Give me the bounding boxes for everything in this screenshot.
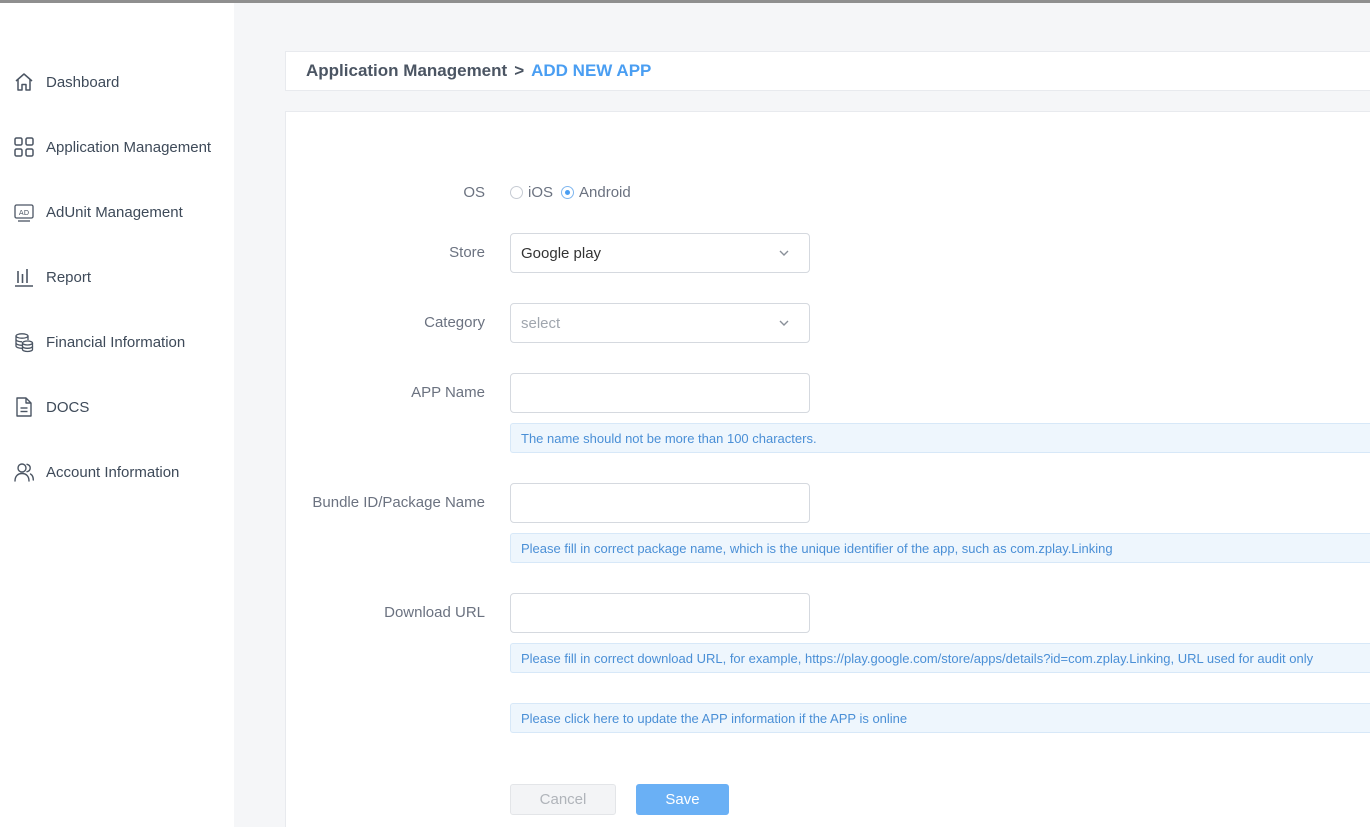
sidebar-item-account-information[interactable]: Account Information (12, 459, 227, 485)
app-name-input[interactable] (510, 373, 810, 413)
chevron-down-icon (779, 320, 789, 326)
sidebar-item-label: Account Information (46, 463, 180, 481)
radio-checked-icon (561, 186, 575, 199)
chevron-down-icon (779, 250, 789, 256)
breadcrumb-current: ADD NEW APP (531, 61, 652, 80)
breadcrumb-parent[interactable]: Application Management (306, 61, 507, 81)
save-button[interactable]: Save (636, 784, 729, 815)
add-app-form: OS iOS Android Store Google play Categor… (285, 111, 1370, 827)
sidebar: Dashboard Application Management AD AdUn… (0, 3, 234, 827)
sidebar-item-label: AdUnit Management (46, 203, 183, 221)
sidebar-item-financial-information[interactable]: Financial Information (12, 329, 227, 355)
sidebar-item-label: DOCS (46, 398, 90, 416)
sidebar-item-adunit-management[interactable]: AD AdUnit Management (12, 199, 227, 225)
os-radio-group: iOS Android (510, 184, 639, 201)
category-label: Category (424, 314, 485, 331)
download-url-hint: Please fill in correct download URL, for… (510, 643, 1370, 673)
ad-icon: AD (12, 200, 36, 224)
bundle-id-label: Bundle ID/Package Name (312, 494, 485, 511)
sidebar-item-report[interactable]: Report (12, 264, 227, 290)
bar-chart-icon (12, 265, 36, 289)
category-select[interactable]: select (510, 303, 810, 343)
sidebar-item-docs[interactable]: DOCS (12, 394, 227, 420)
sidebar-item-label: Financial Information (46, 333, 186, 351)
document-icon (12, 395, 36, 419)
sidebar-item-label: Dashboard (46, 73, 120, 91)
users-icon (12, 460, 36, 484)
grid-icon (12, 135, 36, 159)
os-radio-android[interactable]: Android (561, 184, 631, 201)
store-select[interactable]: Google play (510, 233, 810, 273)
bundle-id-input[interactable] (510, 483, 810, 523)
update-app-info-link[interactable]: Please click here to update the APP info… (510, 703, 1370, 733)
os-label: OS (463, 184, 485, 201)
home-icon (12, 70, 36, 94)
cancel-button[interactable]: Cancel (510, 784, 616, 815)
app-name-hint: The name should not be more than 100 cha… (510, 423, 1370, 453)
download-url-input[interactable] (510, 593, 810, 633)
svg-text:AD: AD (19, 209, 29, 217)
breadcrumb-separator: > (514, 61, 525, 80)
app-name-label: APP Name (411, 384, 485, 401)
download-url-label: Download URL (384, 604, 485, 621)
os-option-label: iOS (528, 184, 554, 201)
sidebar-item-application-management[interactable]: Application Management (12, 134, 227, 160)
store-selected-value: Google play (521, 244, 602, 262)
sidebar-item-dashboard[interactable]: Dashboard (12, 69, 227, 95)
sidebar-item-label: Report (46, 268, 92, 286)
radio-unchecked-icon (510, 186, 523, 199)
bundle-id-hint: Please fill in correct package name, whi… (510, 533, 1370, 563)
os-radio-ios[interactable]: iOS (510, 184, 553, 201)
store-label: Store (449, 244, 485, 261)
category-placeholder: select (521, 314, 561, 332)
sidebar-item-label: Application Management (46, 138, 212, 156)
coins-stack-icon (12, 330, 36, 354)
os-option-label: Android (579, 184, 631, 201)
breadcrumb: Application Management > ADD NEW APP (285, 51, 1370, 91)
